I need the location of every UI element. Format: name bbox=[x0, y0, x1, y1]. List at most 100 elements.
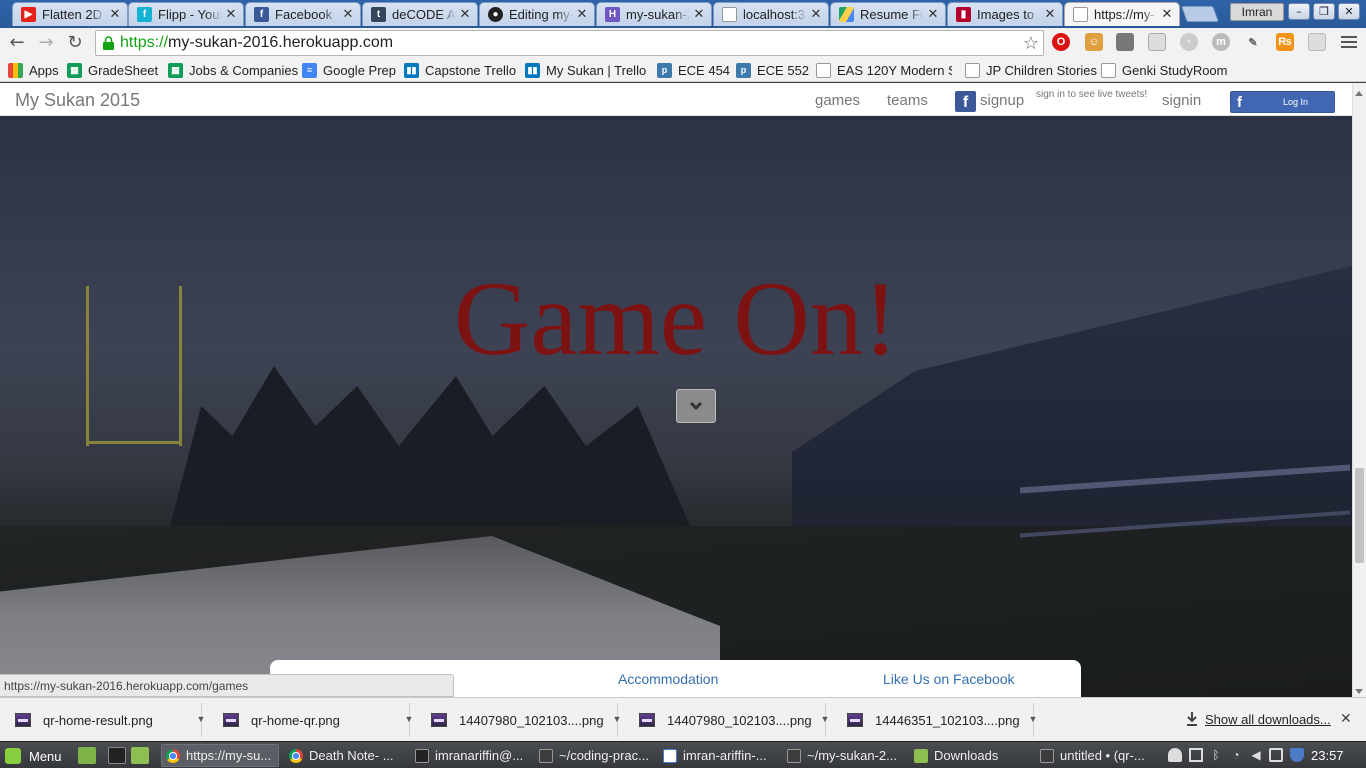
circle-extension-icon[interactable]: · bbox=[1180, 33, 1198, 51]
task-untitled-editor[interactable]: untitled • (qr-... bbox=[1036, 744, 1154, 767]
task-document[interactable]: imran-ariffin-... bbox=[659, 744, 777, 767]
bookmark-google-prep[interactable]: ≡ Google Prep bbox=[302, 61, 396, 79]
download-menu-arrow-icon[interactable]: ▼ bbox=[193, 707, 209, 731]
download-menu-arrow-icon[interactable]: ▼ bbox=[609, 707, 625, 731]
bookmark-genki-studyroom[interactable]: Genki StudyRoom bbox=[1101, 61, 1228, 79]
site-brand[interactable]: My Sukan 2015 bbox=[15, 90, 140, 111]
bluetooth-icon[interactable]: ᛒ bbox=[1209, 748, 1223, 762]
download-menu-arrow-icon[interactable]: ▼ bbox=[401, 707, 417, 731]
drive-icon bbox=[839, 7, 854, 22]
update-tray-icon[interactable] bbox=[1189, 748, 1203, 762]
nav-games-link[interactable]: games bbox=[815, 92, 860, 109]
address-bar[interactable]: https://my-sukan-2016.herokuapp.com ☆ bbox=[95, 30, 1044, 56]
close-icon[interactable]: ✕ bbox=[1340, 710, 1352, 727]
download-menu-arrow-icon[interactable]: ▼ bbox=[817, 707, 833, 731]
close-tab-icon[interactable]: ✕ bbox=[109, 7, 121, 22]
scroll-down-arrow-icon[interactable] bbox=[1355, 689, 1363, 694]
maximize-button[interactable]: ❐ bbox=[1313, 3, 1335, 20]
new-tab-button[interactable] bbox=[1181, 6, 1219, 22]
hamburger-menu-icon[interactable] bbox=[1340, 33, 1358, 51]
task-terminal[interactable]: imranariffin@... bbox=[411, 744, 529, 767]
close-tab-icon[interactable]: ✕ bbox=[810, 7, 822, 22]
tab-localhost[interactable]: localhost:3 ✕ bbox=[713, 2, 829, 26]
nav-signup-link[interactable]: signup bbox=[980, 92, 1024, 109]
tab-github-editing[interactable]: ● Editing my- ✕ bbox=[479, 2, 595, 26]
close-tab-icon[interactable]: ✕ bbox=[576, 7, 588, 22]
task-label: imranariffin@... bbox=[435, 748, 524, 763]
bookmark-jp-children-stories[interactable]: JP Children Stories bbox=[965, 61, 1097, 79]
bookmark-apps[interactable]: Apps bbox=[8, 61, 59, 79]
bookmark-my-sukan-trello[interactable]: ▮▮ My Sukan | Trello bbox=[525, 61, 646, 79]
accommodation-link[interactable]: Accommodation bbox=[618, 671, 718, 687]
facebook-login-button[interactable]: f Log In bbox=[1230, 91, 1335, 113]
bookmark-star-icon[interactable]: ☆ bbox=[1023, 33, 1039, 54]
user-tray-icon[interactable] bbox=[1168, 748, 1182, 762]
close-window-button[interactable]: ✕ bbox=[1338, 3, 1360, 20]
os-menu-button[interactable]: Menu bbox=[5, 746, 62, 766]
rupee-extension-icon[interactable]: ₨ bbox=[1276, 33, 1294, 51]
minimize-button[interactable]: – bbox=[1288, 3, 1310, 20]
download-menu-arrow-icon[interactable]: ▼ bbox=[1025, 707, 1041, 731]
battery-icon[interactable] bbox=[1269, 748, 1283, 762]
task-chrome-death-note[interactable]: Death Note- ... bbox=[285, 744, 405, 767]
tab-facebook[interactable]: f Facebook ✕ bbox=[245, 2, 361, 26]
scrollbar-thumb[interactable] bbox=[1355, 468, 1364, 563]
close-tab-icon[interactable]: ✕ bbox=[225, 7, 237, 22]
close-tab-icon[interactable]: ✕ bbox=[693, 7, 705, 22]
task-my-sukan-editor[interactable]: ~/my-sukan-2... bbox=[783, 744, 901, 767]
grid-extension-icon[interactable] bbox=[1116, 33, 1134, 51]
bookmark-eas-120y[interactable]: EAS 120Y Modern St bbox=[816, 61, 952, 79]
system-clock[interactable]: 23:57 bbox=[1311, 748, 1344, 763]
facebook-icon[interactable]: f bbox=[955, 91, 976, 112]
tab-flatten-2d[interactable]: ▶ Flatten 2D ✕ bbox=[12, 2, 128, 26]
bookmark-ece-454[interactable]: p ECE 454 bbox=[657, 61, 730, 79]
wifi-icon[interactable]: ◔ bbox=[1229, 748, 1243, 762]
task-chrome-sukan[interactable]: https://my-su... bbox=[161, 744, 279, 767]
profile-button[interactable]: Imran bbox=[1230, 3, 1284, 21]
close-tab-icon[interactable]: ✕ bbox=[1161, 7, 1173, 22]
scroll-up-arrow-icon[interactable] bbox=[1355, 91, 1363, 96]
bookmark-label: Apps bbox=[29, 62, 59, 78]
page-scrollbar[interactable] bbox=[1352, 83, 1366, 697]
close-tab-icon[interactable]: ✕ bbox=[1044, 7, 1056, 22]
face-extension-icon[interactable]: ☺ bbox=[1085, 33, 1103, 51]
back-arrow-icon[interactable]: ← bbox=[6, 32, 28, 54]
tab-decode[interactable]: t deCODE Ap ✕ bbox=[362, 2, 478, 26]
volume-icon[interactable]: ◀ bbox=[1249, 748, 1263, 762]
close-tab-icon[interactable]: ✕ bbox=[927, 7, 939, 22]
tab-images[interactable]: ▮ Images to ✕ bbox=[947, 2, 1063, 26]
bookmark-jobs-companies[interactable]: ▦ Jobs & Companies bbox=[168, 61, 298, 79]
feather-extension-icon[interactable]: ✎ bbox=[1244, 33, 1262, 51]
task-downloads-folder[interactable]: Downloads bbox=[910, 744, 1028, 767]
bookmark-capstone-trello[interactable]: ▮▮ Capstone Trello bbox=[404, 61, 516, 79]
download-item[interactable]: 14407980_102103....png ▼ bbox=[418, 703, 621, 737]
tab-resume[interactable]: Resume Fu ✕ bbox=[830, 2, 946, 26]
download-item[interactable]: 14407980_102103....png ▼ bbox=[626, 703, 829, 737]
tab-heroku[interactable]: H my-sukan-2 ✕ bbox=[596, 2, 712, 26]
puzzle-extension-icon[interactable] bbox=[1308, 33, 1326, 51]
task-coding-practice[interactable]: ~/coding-prac... bbox=[535, 744, 653, 767]
close-tab-icon[interactable]: ✕ bbox=[459, 7, 471, 22]
nav-teams-link[interactable]: teams bbox=[887, 92, 928, 109]
show-all-downloads-link[interactable]: Show all downloads... bbox=[1205, 712, 1331, 727]
bookmark-gradesheet[interactable]: ▦ GradeSheet bbox=[67, 61, 158, 79]
close-tab-icon[interactable]: ✕ bbox=[342, 7, 354, 22]
m-extension-icon[interactable]: m bbox=[1212, 33, 1230, 51]
download-item[interactable]: qr-home-qr.png ▼ bbox=[210, 703, 413, 737]
files-launcher-icon[interactable] bbox=[131, 747, 149, 764]
shield-icon[interactable] bbox=[1290, 748, 1304, 762]
forward-arrow-icon[interactable]: → bbox=[35, 32, 57, 54]
window-extension-icon[interactable] bbox=[1148, 33, 1166, 51]
nav-signin-link[interactable]: signin bbox=[1162, 92, 1201, 109]
opera-extension-icon[interactable]: O bbox=[1052, 33, 1070, 51]
scroll-down-button[interactable] bbox=[676, 389, 716, 423]
download-item[interactable]: qr-home-result.png ▼ bbox=[2, 703, 205, 737]
tab-flipp[interactable]: f Flipp - Your ✕ bbox=[128, 2, 244, 26]
like-us-facebook-link[interactable]: Like Us on Facebook bbox=[883, 671, 1015, 687]
terminal-launcher-icon[interactable] bbox=[108, 747, 126, 764]
download-item[interactable]: 14446351_102103....png ▼ bbox=[834, 703, 1037, 737]
tab-my-sukan-active[interactable]: https://my- ✕ bbox=[1064, 2, 1180, 26]
reload-icon[interactable]: ↻ bbox=[64, 32, 86, 54]
show-desktop-icon[interactable] bbox=[78, 747, 96, 764]
bookmark-ece-552[interactable]: p ECE 552 bbox=[736, 61, 809, 79]
